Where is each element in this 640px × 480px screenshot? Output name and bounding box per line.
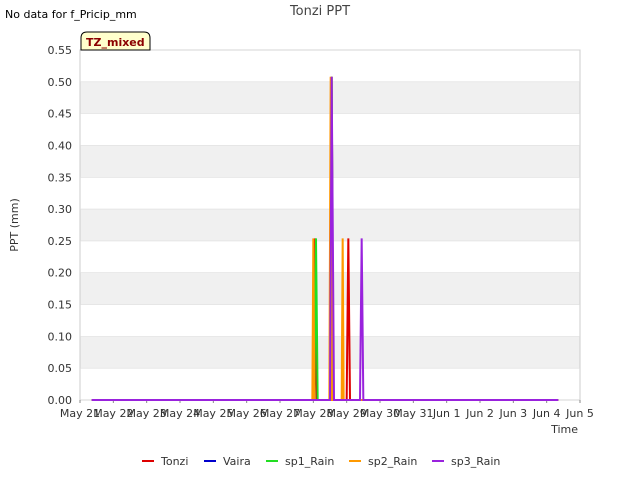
chart-title: Tonzi PPT [289, 4, 350, 19]
legend-label: sp2_Rain [368, 455, 417, 468]
legend-label: Tonzi [160, 455, 188, 468]
y-tick-label: 0.55 [48, 44, 73, 57]
x-tick-label: Jun 5 [565, 407, 594, 420]
y-tick-label: 0.15 [48, 299, 73, 312]
x-tick-label: Jun 4 [532, 407, 561, 420]
legend-label: Vaira [223, 455, 251, 468]
y-tick-label: 0.00 [48, 394, 73, 407]
y-tick-label: 0.35 [48, 171, 73, 184]
y-axis-label: PPT (mm) [8, 198, 21, 252]
x-ticks: May 21May 22May 23May 24May 25May 26May … [60, 400, 594, 420]
y-tick-label: 0.45 [48, 108, 73, 121]
legend: Tonzi Vaira sp1_Rain sp2_Rain sp3_Rain [142, 455, 500, 468]
x-axis-label: Time [550, 423, 578, 436]
x-tick-label: Jun 1 [432, 407, 461, 420]
y-tick-label: 0.40 [48, 139, 73, 152]
y-tick-label: 0.50 [48, 76, 73, 89]
y-tick-label: 0.20 [48, 267, 73, 280]
y-tick-label: 0.10 [48, 330, 73, 343]
y-tick-label: 0.05 [48, 362, 73, 375]
x-tick-label: May 31 [393, 407, 433, 420]
x-tick-label: Jun 3 [498, 407, 527, 420]
legend-label: sp1_Rain [285, 455, 334, 468]
legend-label: sp3_Rain [451, 455, 500, 468]
badge-label: TZ_mixed [86, 36, 145, 49]
tz-badge: TZ_mixed [80, 31, 151, 51]
ppt-chart: 0.00 0.05 0.10 0.15 0.20 0.25 0.30 0.35 0.40 0.45… [8, 4, 594, 468]
y-tick-label: 0.25 [48, 235, 73, 248]
x-tick-label: Jun 2 [465, 407, 494, 420]
y-tick-label: 0.30 [48, 203, 73, 216]
